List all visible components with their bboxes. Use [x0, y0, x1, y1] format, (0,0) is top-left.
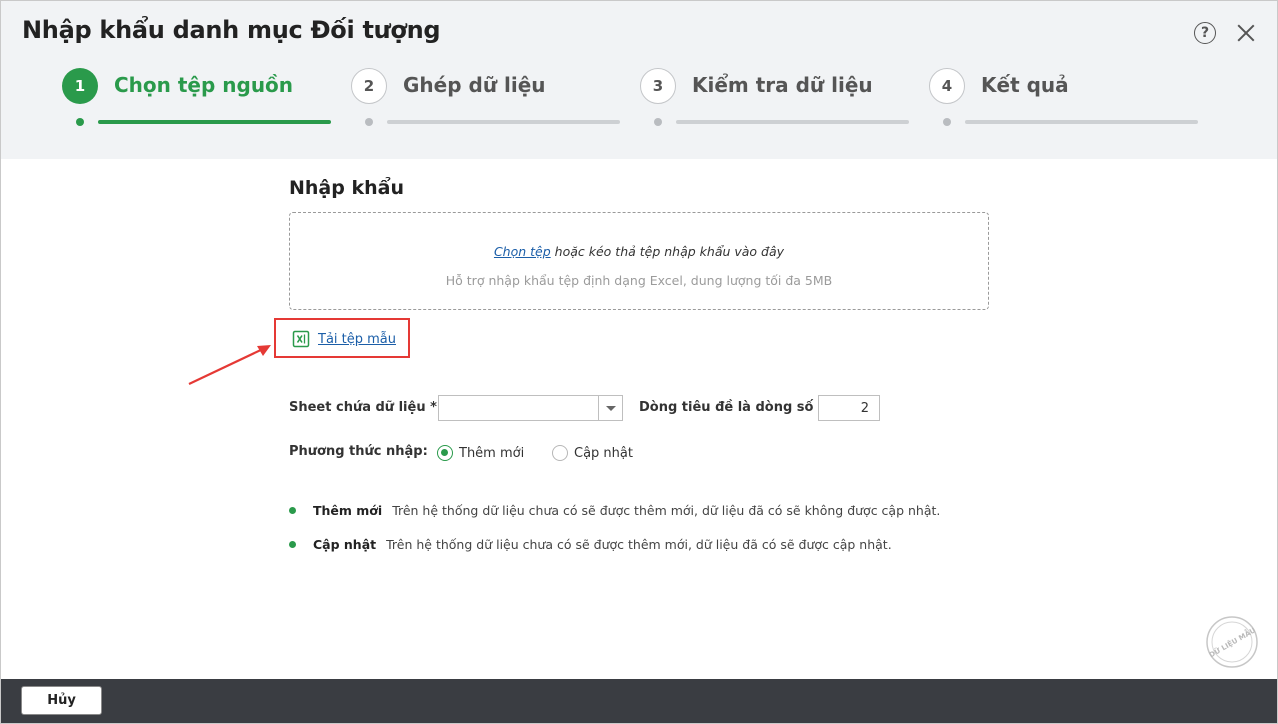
- drop-text: hoặc kéo thả tệp nhập khẩu vào đây: [550, 244, 785, 259]
- radio-button: [552, 445, 568, 461]
- step-number: 4: [929, 68, 965, 104]
- sheet-label: Sheet chứa dữ liệu *: [289, 400, 437, 415]
- note-text: Trên hệ thống dữ liệu chưa có sẽ được th…: [386, 537, 892, 552]
- note-key: Cập nhật: [313, 537, 377, 552]
- dropzone-support-text: Hỗ trợ nhập khẩu tệp định dạng Excel, du…: [445, 273, 833, 288]
- sheet-select[interactable]: [438, 395, 623, 421]
- help-icon[interactable]: ?: [1194, 22, 1216, 44]
- highlight-box: Tải tệp mẫu: [274, 318, 410, 358]
- header-row-input[interactable]: [818, 395, 880, 421]
- note-item: Thêm mới Trên hệ thống dữ liệu chưa có s…: [289, 503, 940, 518]
- radio-add-new[interactable]: Thêm mới: [437, 445, 524, 461]
- step-dot: [76, 118, 84, 126]
- dropzone-instruction: Chọn tệp hoặc kéo thả tệp nhập khẩu vào …: [290, 244, 988, 259]
- step-progress-line: [676, 120, 909, 124]
- method-label: Phương thức nhập:: [289, 444, 428, 459]
- dialog-footer: Hủy: [1, 679, 1277, 723]
- section-title: Nhập khẩu: [289, 177, 404, 199]
- note-key: Thêm mới: [313, 503, 383, 518]
- step-progress-line: [98, 120, 331, 124]
- radio-update[interactable]: Cập nhật: [552, 445, 633, 461]
- step-number: 2: [351, 68, 387, 104]
- watermark-text: DỮ LIỆU MẪU: [1207, 624, 1257, 659]
- step-dot: [943, 118, 951, 126]
- note-text: Trên hệ thống dữ liệu chưa có sẽ được th…: [392, 503, 941, 518]
- step-label: Kiểm tra dữ liệu: [692, 73, 873, 97]
- annotation-arrow: [188, 345, 271, 385]
- download-template-link[interactable]: Tải tệp mẫu: [292, 330, 396, 348]
- step-progress-line: [387, 120, 620, 124]
- step-label: Chọn tệp nguồn: [114, 73, 294, 97]
- radio-label: Cập nhật: [574, 445, 633, 461]
- choose-file-link[interactable]: Chọn tệp: [494, 244, 551, 259]
- download-template-label: Tải tệp mẫu: [318, 331, 396, 347]
- note-item: Cập nhật Trên hệ thống dữ liệu chưa có s…: [289, 537, 892, 552]
- header-row-label: Dòng tiêu đề là dòng số *: [639, 400, 825, 415]
- step-label: Ghép dữ liệu: [403, 73, 546, 97]
- excel-file-icon: [292, 330, 310, 348]
- bullet-icon: [289, 507, 296, 514]
- cancel-button[interactable]: Hủy: [21, 686, 102, 715]
- dialog-header: Nhập khẩu danh mục Đối tượng ? 1 Chọn tệ…: [1, 1, 1277, 159]
- bullet-icon: [289, 541, 296, 548]
- dialog-title: Nhập khẩu danh mục Đối tượng: [22, 16, 441, 44]
- sample-data-watermark: DỮ LIỆU MẪU: [1206, 616, 1258, 668]
- step-progress-line: [965, 120, 1198, 124]
- step-dot: [365, 118, 373, 126]
- step-dot: [654, 118, 662, 126]
- close-icon[interactable]: [1234, 21, 1258, 45]
- radio-label: Thêm mới: [459, 445, 525, 461]
- radio-button: [437, 445, 453, 461]
- file-dropzone[interactable]: Chọn tệp hoặc kéo thả tệp nhập khẩu vào …: [289, 212, 989, 310]
- chevron-down-icon[interactable]: [598, 396, 622, 420]
- step-label: Kết quả: [981, 73, 1069, 97]
- step-number: 1: [62, 68, 98, 104]
- step-number: 3: [640, 68, 676, 104]
